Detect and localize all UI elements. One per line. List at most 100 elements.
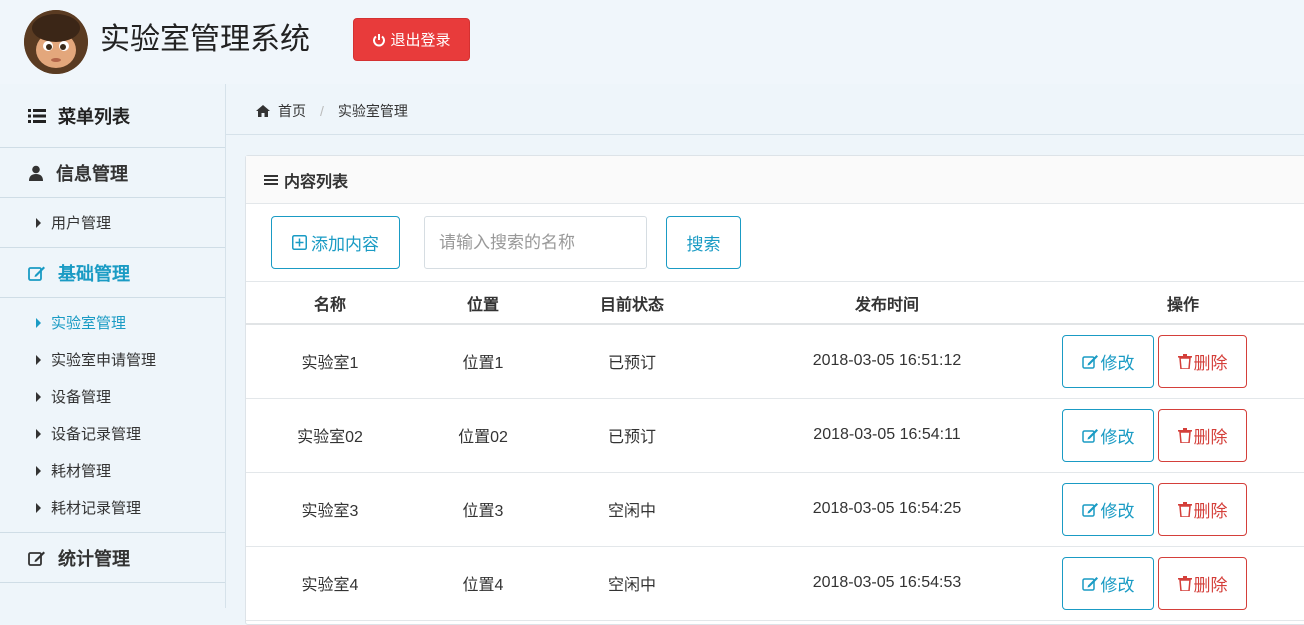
trash-icon [1177, 353, 1192, 369]
app-title: 实验室管理系统 [100, 23, 310, 56]
menu-list-header: 菜单列表 [0, 84, 225, 148]
cell-operations: 修改 删除 [1062, 324, 1304, 399]
breadcrumb: 首页 / 实验室管理 [256, 100, 408, 122]
delete-button[interactable]: 删除 [1158, 482, 1247, 536]
search-button[interactable]: 搜索 [666, 216, 741, 269]
sidebar-item-user-management[interactable]: 用户管理 [0, 204, 225, 241]
column-header-operations: 操作 [1062, 282, 1304, 325]
caret-right-icon [36, 354, 41, 365]
column-header-name: 名称 [246, 282, 414, 325]
cell-time: 2018-03-05 16:54:53 [712, 546, 1062, 621]
delete-button[interactable]: 删除 [1158, 556, 1247, 610]
user-icon [28, 165, 44, 181]
table-header-row: 名称 位置 目前状态 发布时间 操作 [246, 282, 1304, 325]
table-row: 实验室4 位置4 空闲中 2018-03-05 16:54:53 修改 删除 [246, 546, 1304, 621]
sidebar-group-statistics[interactable]: 统计管理 [0, 533, 225, 583]
caret-right-icon [36, 502, 41, 513]
column-header-status: 目前状态 [552, 282, 712, 325]
toolbar: 添加内容 搜索 [246, 204, 1304, 282]
power-icon [372, 33, 386, 47]
column-header-location: 位置 [414, 282, 552, 325]
sidebar-group-info[interactable]: 信息管理 [0, 148, 225, 198]
caret-right-icon [36, 317, 41, 328]
sidebar-item-lab-management[interactable]: 实验室管理 [0, 304, 225, 341]
sidebar-item-label: 实验室申请管理 [51, 352, 157, 369]
column-header-time: 发布时间 [712, 282, 1062, 325]
cell-name: 实验室4 [246, 546, 414, 621]
cell-status: 空闲中 [552, 546, 712, 621]
breadcrumb-separator: / [320, 103, 324, 119]
lab-table: 名称 位置 目前状态 发布时间 操作 实验室1 位置1 已预订 2018-03-… [246, 282, 1304, 621]
edit-label: 修改 [1100, 575, 1135, 595]
edit-label: 修改 [1100, 501, 1135, 521]
cell-name: 实验室1 [246, 324, 414, 399]
delete-label: 删除 [1193, 501, 1228, 521]
sidebar-item-equipment[interactable]: 设备管理 [0, 378, 225, 415]
cell-location: 位置02 [414, 398, 552, 473]
plus-square-icon [292, 235, 307, 250]
home-icon [256, 105, 270, 117]
sidebar-item-equipment-records[interactable]: 设备记录管理 [0, 415, 225, 452]
search-input[interactable] [424, 216, 647, 269]
add-content-button[interactable]: 添加内容 [271, 216, 400, 269]
content-panel: 内容列表 添加内容 搜索 名称 位置 目前状态 发布时间 操作 [245, 155, 1304, 625]
cell-operations: 修改 删除 [1062, 546, 1304, 621]
sidebar-group-base[interactable]: 基础管理 [0, 248, 225, 298]
sidebar-item-label: 实验室管理 [51, 315, 127, 332]
edit-button[interactable]: 修改 [1062, 408, 1154, 462]
delete-label: 删除 [1193, 427, 1228, 447]
sidebar-item-consumables[interactable]: 耗材管理 [0, 452, 225, 489]
caret-right-icon [36, 217, 41, 228]
delete-button[interactable]: 删除 [1158, 334, 1247, 388]
breadcrumb-current: 实验室管理 [337, 103, 408, 119]
sidebar-group-label: 统计管理 [58, 548, 130, 569]
panel-header: 内容列表 [246, 156, 1304, 204]
sidebar-item-label: 用户管理 [51, 215, 112, 232]
edit-button[interactable]: 修改 [1062, 334, 1154, 388]
sidebar-item-consumable-records[interactable]: 耗材记录管理 [0, 489, 225, 526]
table-row: 实验室02 位置02 已预订 2018-03-05 16:54:11 修改 删除 [246, 398, 1304, 473]
cell-location: 位置3 [414, 472, 552, 547]
delete-button[interactable]: 删除 [1158, 408, 1247, 462]
edit-icon [1081, 502, 1099, 517]
trash-icon [1177, 501, 1192, 517]
table-row: 实验室1 位置1 已预订 2018-03-05 16:51:12 修改 删除 [246, 324, 1304, 399]
edit-icon [1081, 576, 1099, 591]
list-icon [28, 108, 46, 124]
sidebar-item-label: 设备记录管理 [51, 426, 142, 443]
sidebar-item-label: 耗材记录管理 [51, 500, 142, 517]
edit-button[interactable]: 修改 [1062, 556, 1154, 610]
sidebar-item-lab-application[interactable]: 实验室申请管理 [0, 341, 225, 378]
sidebar-item-label: 设备管理 [51, 389, 112, 406]
panel-title: 内容列表 [284, 173, 349, 191]
edit-icon [28, 265, 46, 281]
caret-right-icon [36, 465, 41, 476]
logout-button[interactable]: 退出登录 [353, 18, 470, 61]
sidebar-group-label: 基础管理 [58, 263, 130, 284]
delete-label: 删除 [1193, 353, 1228, 373]
divider [226, 134, 1304, 135]
edit-button[interactable]: 修改 [1062, 482, 1154, 536]
caret-right-icon [36, 391, 41, 402]
sidebar-item-label: 耗材管理 [51, 463, 112, 480]
delete-label: 删除 [1193, 575, 1228, 595]
avatar [24, 10, 88, 74]
trash-icon [1177, 575, 1192, 591]
sidebar-group-label: 信息管理 [56, 163, 128, 184]
cell-time: 2018-03-05 16:54:11 [712, 398, 1062, 473]
sidebar-group-info-items: 用户管理 [0, 198, 225, 248]
sidebar-group-base-items: 实验室管理 实验室申请管理 设备管理 设备记录管理 耗材管理 耗材记录管理 [0, 298, 225, 533]
caret-right-icon [36, 428, 41, 439]
cell-time: 2018-03-05 16:51:12 [712, 324, 1062, 399]
cell-name: 实验室02 [246, 398, 414, 473]
cell-operations: 修改 删除 [1062, 398, 1304, 473]
add-content-label: 添加内容 [311, 235, 379, 254]
edit-icon [1081, 354, 1099, 369]
edit-label: 修改 [1100, 427, 1135, 447]
logout-label: 退出登录 [390, 32, 451, 49]
cell-location: 位置4 [414, 546, 552, 621]
breadcrumb-home[interactable]: 首页 [278, 101, 306, 121]
menu-title: 菜单列表 [58, 106, 130, 127]
sidebar: 菜单列表 信息管理 用户管理 基础管理 实验室管理 实验室申请管理 设备管理 设… [0, 84, 226, 608]
cell-location: 位置1 [414, 324, 552, 399]
